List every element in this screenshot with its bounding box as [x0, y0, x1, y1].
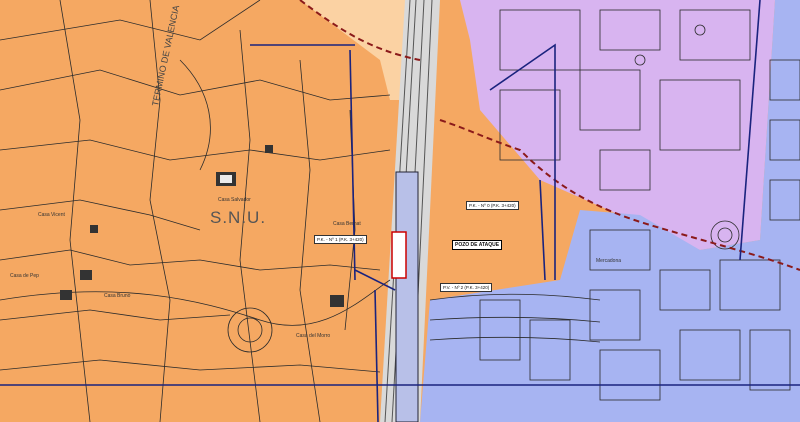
- map-layer: [0, 0, 800, 422]
- place-label: Casa de Pep: [10, 273, 39, 279]
- callout-pk1[interactable]: P.K. - Nº 1 (P.K. 3+420): [314, 235, 367, 244]
- place-label: Mercadona: [596, 258, 622, 264]
- zone-label: S.N.U.: [210, 208, 267, 227]
- place-label: Casa Bernat: [333, 221, 361, 227]
- callout-pk0[interactable]: P.K. - Nº 0 (P.K. 3+420): [466, 201, 519, 210]
- place-label: Casa Vicent: [38, 212, 65, 218]
- callout-pv2[interactable]: P.V. - Nº 2 (P.K. 3+420): [440, 283, 493, 292]
- place-label: Casa Salvador: [218, 197, 251, 203]
- attack-pit-marker: [391, 231, 407, 279]
- place-label: Casa del Morro: [296, 333, 331, 339]
- map-canvas[interactable]: S.N.U. TERMINO DE VALENCIA Casa Salvador…: [0, 0, 800, 422]
- place-label: Casa Bruno: [104, 293, 131, 299]
- callout-attack-pit[interactable]: POZO DE ATAQUE: [452, 240, 503, 250]
